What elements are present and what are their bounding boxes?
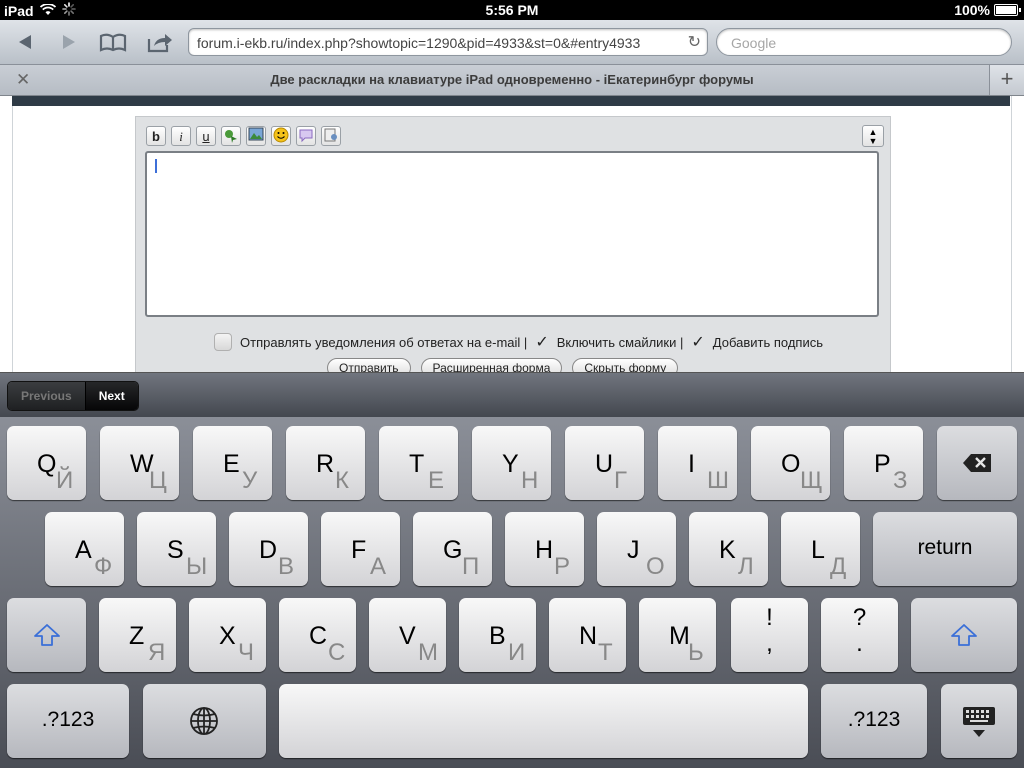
url-text: forum.i-ekb.ru/index.php?showtopic=1290&…: [197, 35, 641, 51]
share-icon[interactable]: [145, 28, 175, 56]
key-k[interactable]: KЛ: [689, 512, 768, 586]
quick-reply-form: b i u ▲ ▼ Отправлять уведомления об ответ…: [135, 116, 891, 372]
text-caret: [155, 159, 157, 173]
search-field[interactable]: Google: [716, 28, 1012, 56]
key-v[interactable]: VМ: [369, 598, 446, 672]
key-l[interactable]: LД: [781, 512, 860, 586]
smiley-icon[interactable]: [271, 126, 291, 146]
form-assistant-bar: Previous Next: [0, 372, 1024, 417]
key-r[interactable]: RК: [286, 426, 365, 500]
shift-right-key[interactable]: [911, 598, 1017, 672]
globe-icon: [190, 707, 218, 735]
key-i[interactable]: IШ: [658, 426, 737, 500]
resize-editor-icon[interactable]: ▲ ▼: [862, 125, 884, 147]
key-c[interactable]: CС: [279, 598, 356, 672]
key-x[interactable]: XЧ: [189, 598, 266, 672]
close-tab-icon[interactable]: ✕: [16, 70, 30, 90]
key-u[interactable]: UГ: [565, 426, 644, 500]
header-strip: [12, 96, 1010, 106]
spoiler-icon[interactable]: [321, 126, 341, 146]
key-p[interactable]: PЗ: [844, 426, 923, 500]
key-n[interactable]: NТ: [549, 598, 626, 672]
key-b[interactable]: BИ: [459, 598, 536, 672]
quote-icon[interactable]: [296, 126, 316, 146]
key-t[interactable]: TЕ: [379, 426, 458, 500]
return-key[interactable]: return: [873, 512, 1017, 586]
forward-icon[interactable]: [54, 28, 84, 56]
key-j[interactable]: JО: [597, 512, 676, 586]
signature-checkmark-icon[interactable]: ✓: [691, 332, 704, 352]
underline-icon[interactable]: u: [196, 126, 216, 146]
key-f[interactable]: FА: [321, 512, 400, 586]
battery-percent: 100%: [954, 2, 990, 18]
smilies-label: Включить смайлики |: [556, 334, 684, 350]
space-key[interactable]: [279, 684, 808, 758]
new-tab-button[interactable]: +: [989, 65, 1024, 95]
submit-button[interactable]: Отправить: [327, 358, 411, 372]
backspace-icon: [963, 454, 991, 472]
backspace-key[interactable]: [937, 426, 1017, 500]
numbers-key-right[interactable]: .?123: [821, 684, 927, 758]
key-h[interactable]: HР: [505, 512, 584, 586]
next-button[interactable]: Next: [84, 382, 138, 410]
address-bar[interactable]: forum.i-ekb.ru/index.php?showtopic=1290&…: [188, 28, 708, 56]
message-textarea[interactable]: [145, 151, 879, 317]
globe-key[interactable]: [143, 684, 266, 758]
notify-checkbox[interactable]: [214, 333, 232, 351]
advanced-form-button[interactable]: Расширенная форма: [420, 358, 563, 372]
tab-title[interactable]: Две раскладки на клавиатуре iPad одновре…: [40, 72, 984, 87]
key-e[interactable]: EУ: [193, 426, 272, 500]
hide-form-button[interactable]: Скрыть форму: [572, 358, 679, 372]
shift-icon: [34, 624, 60, 646]
previous-button[interactable]: Previous: [8, 382, 85, 410]
key-z[interactable]: ZЯ: [99, 598, 176, 672]
image-icon[interactable]: [246, 126, 266, 146]
key-m[interactable]: MЬ: [639, 598, 716, 672]
battery-icon: [994, 4, 1021, 16]
key-question[interactable]: ?.: [821, 598, 898, 672]
key-s[interactable]: SЫ: [137, 512, 216, 586]
italic-icon[interactable]: i: [171, 126, 191, 146]
shift-left-key[interactable]: [7, 598, 86, 672]
key-g[interactable]: GП: [413, 512, 492, 586]
notify-label: Отправлять уведомления об ответах на e-m…: [240, 334, 528, 350]
key-w[interactable]: WЦ: [100, 426, 179, 500]
key-q[interactable]: QЙ: [7, 426, 86, 500]
link-icon[interactable]: [221, 126, 241, 146]
key-y[interactable]: YН: [472, 426, 551, 500]
prev-next-control: Previous Next: [7, 381, 139, 411]
key-d[interactable]: DВ: [229, 512, 308, 586]
shift-icon: [951, 624, 977, 646]
key-exclamation[interactable]: !,: [731, 598, 808, 672]
onscreen-keyboard: QЙ WЦ EУ RК TЕ YН UГ IШ OЩ PЗ AФ SЫ DВ F…: [0, 417, 1024, 768]
status-bar: iPad 5:56 PM 100%: [0, 0, 1024, 20]
reload-icon[interactable]: ↻: [688, 29, 701, 55]
bold-icon[interactable]: b: [146, 126, 166, 146]
back-icon[interactable]: [10, 28, 40, 56]
key-a[interactable]: AФ: [45, 512, 124, 586]
numbers-key-left[interactable]: .?123: [7, 684, 129, 758]
key-o[interactable]: OЩ: [751, 426, 830, 500]
form-buttons: Отправить Расширенная форма Скрыть форму: [327, 358, 679, 372]
post-options: Отправлять уведомления об ответах на e-m…: [214, 332, 823, 352]
editor-toolbar: b i u: [146, 126, 341, 146]
web-page: b i u ▲ ▼ Отправлять уведомления об ответ…: [0, 96, 1024, 372]
signature-label: Добавить подпись: [712, 334, 823, 350]
hide-keyboard-key[interactable]: [941, 684, 1017, 758]
clock: 5:56 PM: [485, 2, 539, 18]
browser-toolbar: forum.i-ekb.ru/index.php?showtopic=1290&…: [0, 20, 1024, 65]
keyboard-dismiss-icon: [963, 707, 995, 737]
bookmarks-icon[interactable]: [98, 28, 128, 56]
smilies-checkmark-icon[interactable]: ✓: [535, 332, 548, 352]
tab-bar: ✕ Две раскладки на клавиатуре iPad однов…: [0, 65, 1024, 96]
